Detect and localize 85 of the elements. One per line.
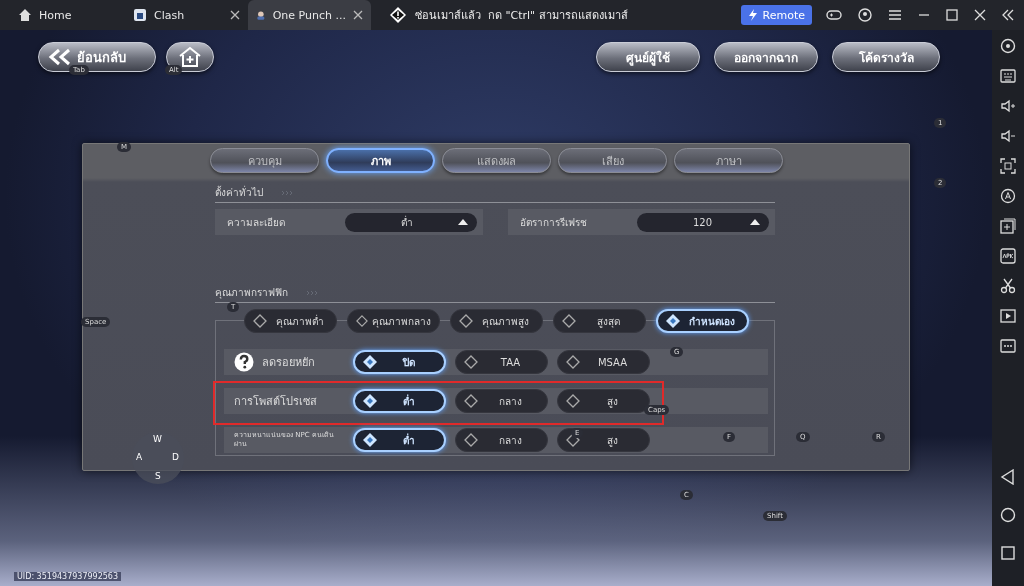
option-button[interactable]: TAA: [455, 350, 548, 374]
double-chevron-icon: [47, 48, 73, 66]
key-hint: A: [136, 453, 143, 462]
settings-icon[interactable]: [1000, 38, 1016, 54]
volume-up-icon[interactable]: [1000, 98, 1016, 114]
option-button[interactable]: กำหนดเอง: [656, 309, 749, 333]
option-button[interactable]: ต่ำ: [353, 389, 446, 413]
house-plus-icon: [178, 46, 202, 68]
diamond-icon: [356, 314, 368, 328]
screenshot-icon[interactable]: [1000, 158, 1016, 174]
dropdown[interactable]: ต่ำ: [345, 212, 477, 232]
settings-tab[interactable]: ภาษา: [674, 148, 783, 173]
house-icon: [18, 8, 32, 22]
option-button[interactable]: ต่ำ: [353, 428, 446, 452]
close-icon[interactable]: [353, 10, 363, 20]
section-title: คุณภาพกราฟฟิก: [215, 286, 288, 300]
tab-label: One Punch ...: [272, 8, 346, 22]
close-icon[interactable]: [230, 10, 240, 20]
diamond-icon: [464, 355, 478, 369]
key-hint: W: [153, 435, 162, 444]
home-circle-icon[interactable]: [1000, 507, 1016, 523]
menu-button[interactable]: ศูนย์ผู้ใช้: [596, 42, 700, 72]
option-button[interactable]: กลาง: [455, 389, 548, 413]
settings-tab[interactable]: เสียง: [558, 148, 667, 173]
add-window-icon[interactable]: [1000, 218, 1016, 234]
more-icon[interactable]: [1000, 338, 1016, 354]
uid-text: UID: 3519437937992563: [14, 572, 122, 581]
remote-button[interactable]: Remote: [740, 5, 812, 25]
diamond-icon: [464, 433, 478, 447]
key-hint: D: [172, 453, 179, 462]
diamond-icon: [459, 314, 473, 328]
chevrons-icon: [306, 289, 320, 296]
warning-icon: [389, 6, 407, 24]
option-button[interactable]: สูงสุด: [553, 309, 646, 333]
diamond-icon: [566, 355, 580, 369]
video-icon[interactable]: [1000, 308, 1016, 324]
setting-label: อัตราการรีเฟรช: [520, 215, 587, 230]
circle-letter-icon[interactable]: [1000, 188, 1016, 204]
volume-down-icon[interactable]: [1000, 128, 1016, 144]
menu-button[interactable]: โค้ดรางวัล: [832, 42, 940, 72]
scissors-icon[interactable]: [1000, 278, 1016, 294]
option-button[interactable]: MSAA: [557, 350, 650, 374]
collapse-icon[interactable]: [1002, 9, 1014, 21]
maximize-icon[interactable]: [946, 9, 958, 21]
diamond-icon: [566, 394, 580, 408]
app-icon: [133, 8, 147, 22]
browser-tab[interactable]: Clash: [125, 0, 248, 30]
setting-label: การโพสต์โปรเซส: [234, 394, 317, 410]
section-title: ตั้งค่าทั่วไป: [215, 185, 263, 200]
browser-tab[interactable]: One Punch ...: [248, 0, 371, 30]
triangle-up-icon: [458, 219, 468, 225]
diamond-icon: [666, 314, 680, 328]
lightning-icon: [747, 9, 758, 21]
key-hint: S: [155, 472, 161, 481]
diamond-icon: [562, 314, 576, 328]
diamond-icon: [464, 394, 478, 408]
option-button[interactable]: ปิด: [353, 350, 446, 374]
triangle-up-icon: [750, 219, 760, 225]
back-triangle-icon[interactable]: [1000, 469, 1016, 485]
settings-tab[interactable]: แสดงผล: [442, 148, 551, 173]
diamond-icon: [566, 433, 580, 447]
close-icon[interactable]: [974, 9, 986, 21]
settings-tab[interactable]: ภาพ: [326, 148, 435, 173]
setting-label: ความละเอียด: [227, 215, 285, 230]
menu-button[interactable]: ออกจากฉาก: [714, 42, 818, 72]
settings-tab[interactable]: ควบคุม: [210, 148, 319, 173]
notice-text: ซ่อนเมาส์แล้ว กด "Ctrl" สามารถแสดงเมาส์: [415, 8, 628, 24]
apk-icon[interactable]: [1000, 248, 1016, 264]
option-button[interactable]: คุณภาพต่ำ: [244, 309, 337, 333]
option-button[interactable]: กลาง: [455, 428, 548, 452]
recents-square-icon[interactable]: [1000, 545, 1016, 561]
diamond-icon: [363, 394, 377, 408]
diamond-icon: [363, 433, 377, 447]
setting-label: ลดรอยหยัก: [262, 355, 315, 371]
diamond-icon: [363, 355, 377, 369]
tab-label: Home: [39, 8, 73, 22]
option-button[interactable]: คุณภาพสูง: [450, 309, 543, 333]
menu-icon[interactable]: [888, 9, 902, 21]
browser-tab[interactable]: Home: [10, 0, 125, 30]
diamond-icon: [253, 314, 267, 328]
keyboard-icon[interactable]: [1000, 68, 1016, 84]
tab-label: Clash: [154, 8, 186, 22]
chevrons-icon: [281, 189, 295, 196]
dropdown[interactable]: 120: [637, 212, 769, 232]
option-button[interactable]: คุณภาพกลาง: [347, 309, 440, 333]
